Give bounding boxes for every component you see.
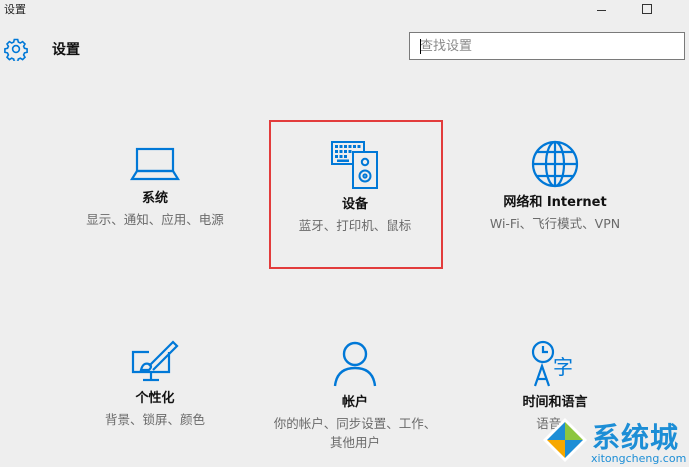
tile-devices[interactable]: 设备 蓝牙、打印机、鼠标 [265,140,445,235]
search-input[interactable] [410,33,684,59]
globe-icon [531,140,579,188]
person-icon [333,341,377,387]
tile-devices-label: 设备 [341,197,368,212]
tile-system-label: 系统 [141,191,168,206]
window-title: 设置 [4,3,26,16]
keyboard-speaker-icon [331,141,378,189]
paintbrush-monitor-icon [131,340,179,382]
watermark: 系统城 xitongcheng.com [537,412,689,467]
minimize-button[interactable] [578,0,624,18]
svg-text:字: 字 [553,355,573,379]
tile-network-description: Wi-Fi、飞行模式、VPN [489,216,621,231]
page-title: 设置 [52,42,80,58]
tile-devices-description: 蓝牙、打印机、鼠标 [298,218,412,233]
maximize-button[interactable] [624,0,670,18]
laptop-icon [130,147,180,181]
maximize-icon [642,4,652,14]
tile-personalization-label: 个性化 [135,391,175,406]
tile-personalization-description: 背景、锁屏、颜色 [104,412,205,427]
tile-system[interactable]: 系统 显示、通知、应用、电源 [65,140,245,229]
text-caret [420,39,421,54]
tile-system-description: 显示、通知、应用、电源 [86,212,224,227]
gear-icon [4,38,28,61]
tile-accounts-label: 帐户 [341,395,368,410]
minimize-icon [596,9,606,11]
watermark-logo-icon [543,418,587,462]
tile-network-label: 网络和 Internet [503,195,607,210]
time-language-icon: 字 [531,340,573,387]
tile-time-language-label: 时间和语言 [522,395,588,410]
watermark-text: 系统城 [592,421,680,454]
tile-personalization[interactable]: 个性化 背景、锁屏、颜色 [65,340,245,429]
tile-accounts-description: 你的帐户、同步设置、工作、其他用户 [273,416,437,450]
search-box[interactable] [409,32,685,60]
title-bar: 设置 [0,0,689,18]
watermark-url: xitongcheng.com [591,452,687,465]
tile-network[interactable]: 网络和 Internet Wi-Fi、飞行模式、VPN [465,140,645,233]
tile-accounts[interactable]: 帐户 你的帐户、同步设置、工作、其他用户 [265,340,445,452]
